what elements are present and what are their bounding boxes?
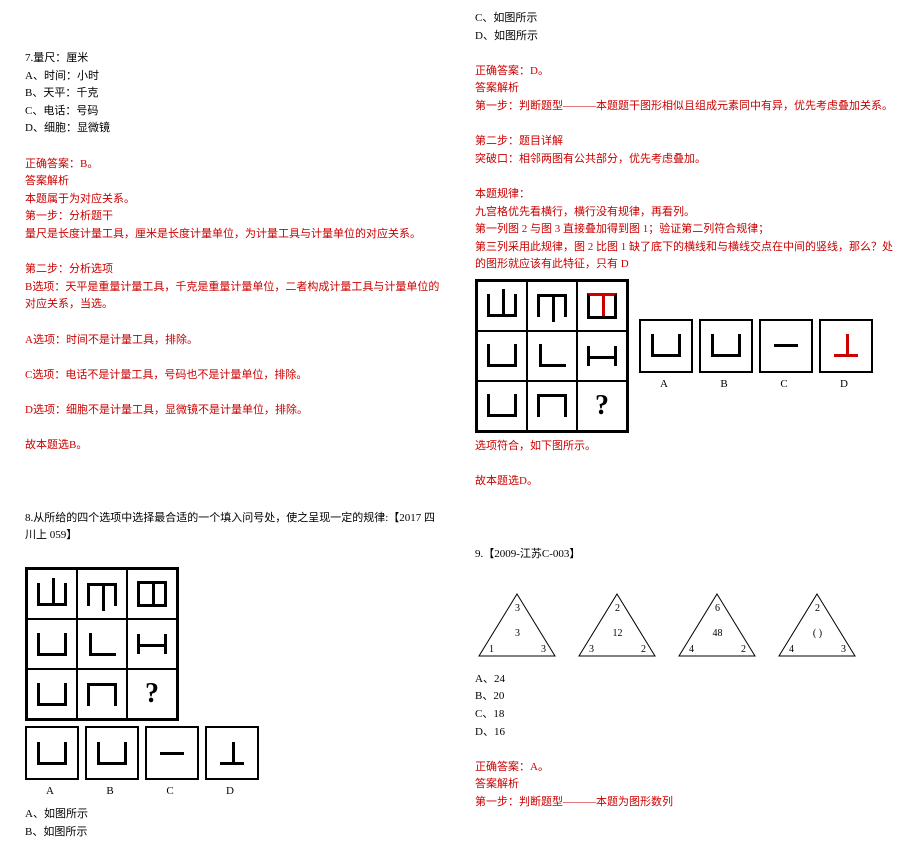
q8-rule-label: 本题规律：: [475, 186, 895, 204]
triangle-4: 2 ( ) 4 3: [775, 591, 860, 661]
q7-step2-label: 第二步：分析选项: [25, 261, 445, 279]
q8-step2-label: 第二步：题目详解: [475, 133, 895, 151]
q8-rule3: 第三列采用此规律，图 2 比图 1 缺了底下的横线和与横线交点在中间的竖线，那么…: [475, 239, 895, 274]
q8-fit-text: 选项符合，如下图所示。: [475, 438, 895, 456]
q8-rule2: 第一列图 2 与图 3 直接叠加得到图 1；验证第二列符合规律；: [475, 221, 895, 239]
triangle-2: 2 12 3 2: [575, 591, 660, 661]
q7-opta-analysis: A选项：时间不是计量工具，排除。: [25, 332, 445, 350]
exp-label-a: A: [639, 376, 689, 394]
q9-answer: 正确答案：A。: [475, 759, 895, 777]
q7-optb-analysis: B选项：天平是重量计量工具，千克是重量计量单位，二者构成计量工具与计量单位的对应…: [25, 279, 445, 314]
q7-option-a: A、时间：小时: [25, 68, 445, 86]
q7-stem: 7.量尺：厘米: [25, 50, 445, 68]
q9-optc: C、18: [475, 706, 895, 724]
q8-conclusion: 故本题选D。: [475, 473, 895, 491]
q8-explanation-figure: ? A B C D: [475, 274, 895, 438]
question-8-continued: C、如图所示 D、如图所示 正确答案：D。 答案解析 第一步：判断题型———本题…: [475, 10, 895, 491]
q8-qmark: ?: [145, 672, 159, 717]
exp-label-d: D: [819, 376, 869, 394]
q8-optc: C、如图所示: [475, 10, 895, 28]
q9-analysis-label: 答案解析: [475, 776, 895, 794]
opt-label-a: A: [25, 783, 75, 801]
question-7: 7.量尺：厘米 A、时间：小时 B、天平：千克 C、电话：号码 D、细胞：显微镜…: [25, 50, 445, 455]
q8-optb: B、如图所示: [25, 824, 445, 842]
question-8: 8.从所给的四个选项中选择最合适的一个填入问号处，使之呈现一定的规律:【2017…: [25, 510, 445, 842]
q7-answer: 正确答案：B。: [25, 156, 445, 174]
q8-step2-text: 突破口：相邻两图有公共部分，优先考虑叠加。: [475, 151, 895, 169]
q7-line1: 本题属于为对应关系。: [25, 191, 445, 209]
q7-step1-text: 量尺是长度计量工具，厘米是长度计量单位，为计量工具与计量单位的对应关系。: [25, 226, 445, 244]
q7-conclusion: 故本题选B。: [25, 437, 445, 455]
right-column: C、如图所示 D、如图所示 正确答案：D。 答案解析 第一步：判断题型———本题…: [460, 10, 910, 856]
opt-label-c: C: [145, 783, 195, 801]
q9-optb: B、20: [475, 688, 895, 706]
q7-optd-analysis: D选项：细胞不是计量工具，显微镜不是计量单位，排除。: [25, 402, 445, 420]
q7-option-b: B、天平：千克: [25, 85, 445, 103]
exp-label-c: C: [759, 376, 809, 394]
triangle-1: 3 3 1 3: [475, 591, 560, 661]
q8-rule1: 九宫格优先看横行，横行没有规律，再看列。: [475, 204, 895, 222]
question-9: 9.【2009-江苏C-003】 3 3 1 3 2 12 3 2 6 48 4: [475, 546, 895, 812]
left-column: 7.量尺：厘米 A、时间：小时 B、天平：千克 C、电话：号码 D、细胞：显微镜…: [10, 10, 460, 856]
q7-analysis-label: 答案解析: [25, 173, 445, 191]
triangle-3: 6 48 4 2: [675, 591, 760, 661]
q8-grid: ?: [25, 567, 179, 721]
q9-stem: 9.【2009-江苏C-003】: [475, 546, 895, 564]
opt-label-b: B: [85, 783, 135, 801]
q9-opta: A、24: [475, 671, 895, 689]
q8-step1: 第一步：判断题型———本题题干图形相似且组成元素同中有异，优先考虑叠加关系。: [475, 98, 895, 116]
q8-stem: 8.从所给的四个选项中选择最合适的一个填入问号处，使之呈现一定的规律:【2017…: [25, 510, 445, 545]
q8-options: A B C D: [25, 726, 445, 801]
q9-triangles: 3 3 1 3 2 12 3 2 6 48 4 2 2: [475, 591, 895, 661]
opt-label-d: D: [205, 783, 255, 801]
q9-optd: D、16: [475, 724, 895, 742]
exp-label-b: B: [699, 376, 749, 394]
q8-analysis-label: 答案解析: [475, 80, 895, 98]
q8-optd: D、如图所示: [475, 28, 895, 46]
q8-answer: 正确答案：D。: [475, 63, 895, 81]
q8-exp-qmark: ?: [595, 384, 609, 429]
q7-option-c: C、电话：号码: [25, 103, 445, 121]
q7-option-d: D、细胞：显微镜: [25, 120, 445, 138]
q9-step1: 第一步：判断题型———本题为图形数列: [475, 794, 895, 812]
q7-step1-label: 第一步：分析题干: [25, 208, 445, 226]
q8-opta: A、如图所示: [25, 806, 445, 824]
q7-optc-analysis: C选项：电话不是计量工具，号码也不是计量单位，排除。: [25, 367, 445, 385]
